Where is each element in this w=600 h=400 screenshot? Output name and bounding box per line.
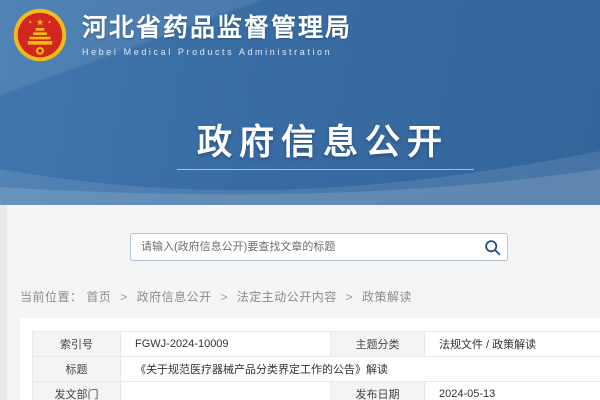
svg-text:★: ★ — [28, 20, 32, 26]
field-value-index-number: FGWJ-2024-10009 — [121, 332, 331, 357]
table-row: 标题 《关于规范医疗器械产品分类界定工作的公告》解读 — [33, 357, 600, 382]
org-name-en: Hebei Medical Products Administration — [82, 47, 352, 58]
search-button[interactable] — [477, 234, 507, 260]
breadcrumb: 当前位置： 首页 > 政府信息公开 > 法定主动公开内容 > 政策解读 — [20, 288, 412, 305]
search-box — [130, 233, 508, 261]
search-icon — [484, 239, 501, 256]
svg-text:★: ★ — [36, 17, 45, 28]
field-label-issuing-department: 发文部门 — [33, 382, 121, 400]
breadcrumb-prefix: 当前位置： — [20, 290, 83, 304]
field-label-index-number: 索引号 — [33, 332, 121, 357]
breadcrumb-item-disclosure-content[interactable]: 法定主动公开内容 — [237, 290, 337, 304]
search-input[interactable] — [131, 234, 477, 260]
field-value-issuing-department — [121, 382, 331, 400]
hero-header: ★ ★ ★ 河北省药品监督管理局 Hebei Medical Products … — [0, 0, 600, 205]
breadcrumb-item-gov-info[interactable]: 政府信息公开 — [137, 290, 212, 304]
field-label-topic-category: 主题分类 — [331, 332, 425, 357]
field-value-topic-category: 法规文件 / 政策解读 — [425, 332, 600, 357]
document-info-table: 索引号 FGWJ-2024-10009 主题分类 法规文件 / 政策解读 标题 … — [32, 331, 600, 400]
breadcrumb-item-policy-interpretation[interactable]: 政策解读 — [362, 290, 412, 304]
document-info-card: 索引号 FGWJ-2024-10009 主题分类 法规文件 / 政策解读 标题 … — [20, 318, 600, 400]
china-national-emblem-icon: ★ ★ ★ — [12, 7, 68, 63]
table-row: 发文部门 发布日期 2024-05-13 — [33, 382, 600, 400]
site-logo[interactable]: ★ ★ ★ 河北省药品监督管理局 Hebei Medical Products … — [12, 7, 352, 63]
breadcrumb-separator: > — [220, 290, 228, 304]
field-value-title: 《关于规范医疗器械产品分类界定工作的公告》解读 — [121, 357, 600, 382]
breadcrumb-item-home[interactable]: 首页 — [86, 290, 111, 304]
svg-text:★: ★ — [48, 20, 52, 26]
table-row: 索引号 FGWJ-2024-10009 主题分类 法规文件 / 政策解读 — [33, 332, 600, 357]
banner-underline — [177, 169, 474, 170]
page: ★ ★ ★ 河北省药品监督管理局 Hebei Medical Products … — [0, 0, 600, 400]
left-margin-strip — [0, 205, 7, 400]
org-name-cn: 河北省药品监督管理局 — [82, 13, 352, 43]
breadcrumb-separator: > — [346, 290, 354, 304]
field-label-title: 标题 — [33, 357, 121, 382]
org-names: 河北省药品监督管理局 Hebei Medical Products Admini… — [82, 13, 352, 58]
field-value-publish-date: 2024-05-13 — [425, 382, 600, 400]
page-title: 政府信息公开 — [0, 114, 600, 165]
breadcrumb-separator: > — [120, 290, 128, 304]
field-label-publish-date: 发布日期 — [331, 382, 425, 400]
